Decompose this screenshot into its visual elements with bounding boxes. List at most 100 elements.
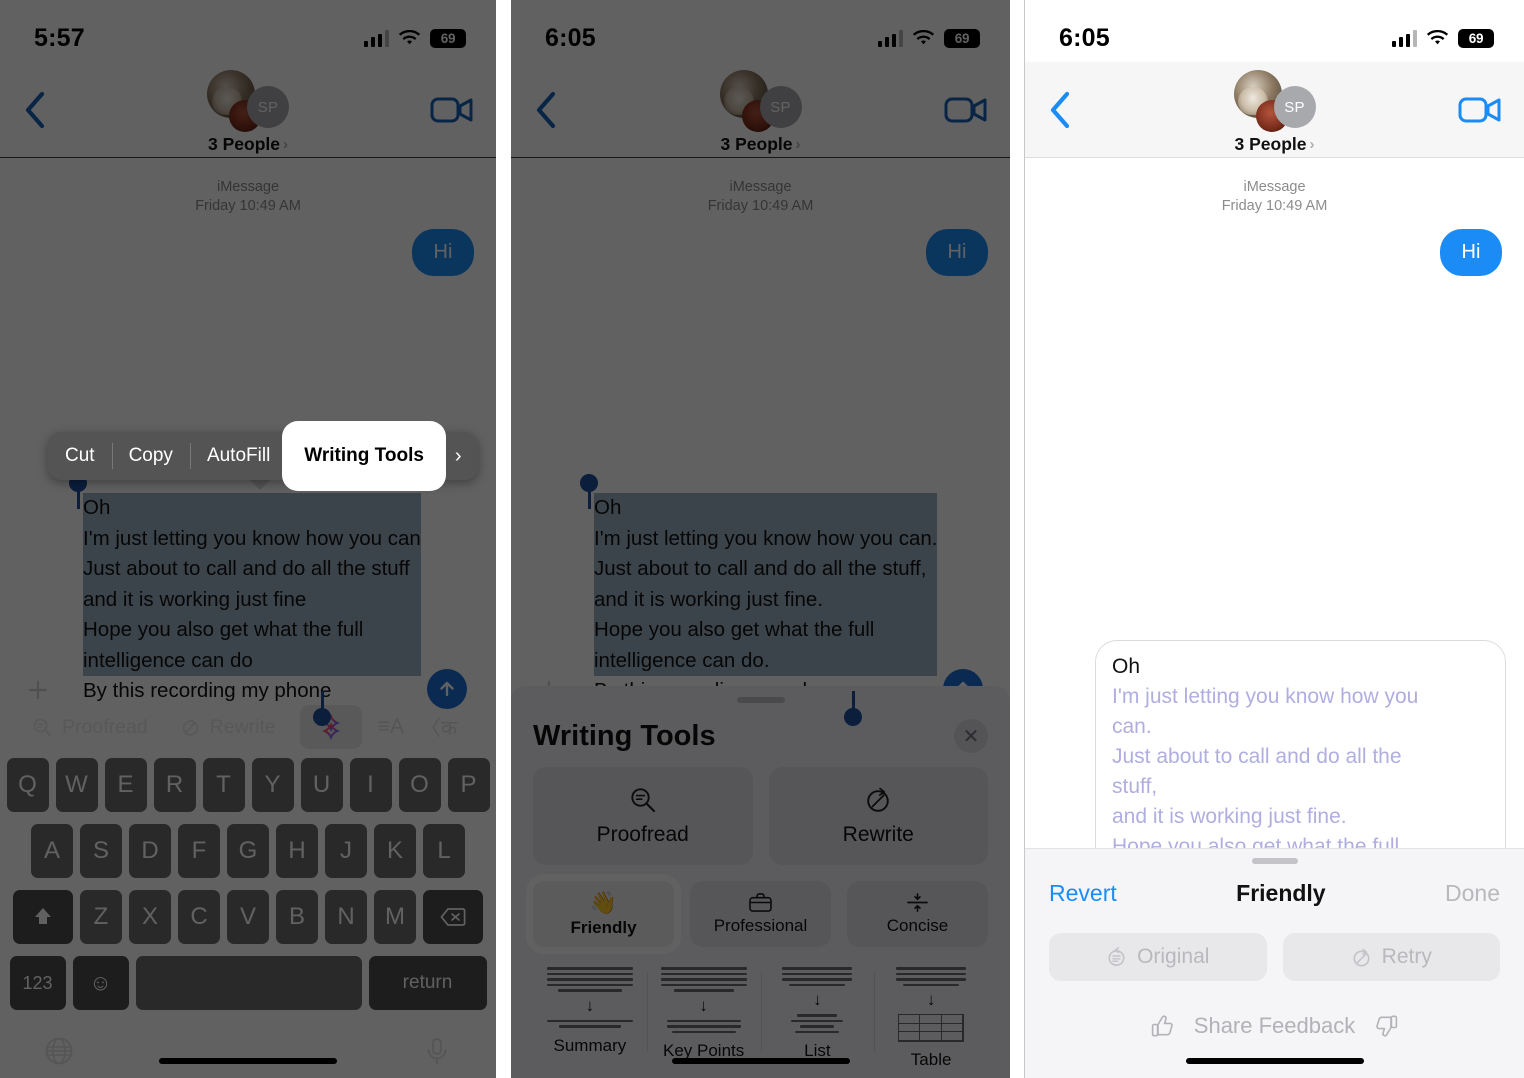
close-icon[interactable]: ✕ [954, 719, 988, 753]
facetime-video-icon[interactable] [1458, 93, 1502, 127]
menu-item-cut[interactable]: Cut [48, 432, 112, 480]
retry-button[interactable]: Retry [1282, 933, 1500, 981]
message-row: Hi [511, 215, 1010, 277]
status-bar: 6:05 69 [511, 0, 1010, 62]
back-chevron-icon[interactable] [18, 87, 54, 133]
transform-label: Summary [553, 1035, 627, 1055]
language-switch-icon[interactable]: 〈क [412, 712, 465, 742]
service-label: iMessage [1243, 179, 1306, 195]
tone-label: Professional [713, 916, 808, 935]
key-q[interactable]: Q [6, 758, 49, 812]
key-d[interactable]: D [129, 824, 171, 878]
done-button[interactable]: Done [1445, 880, 1500, 907]
rewrite-result-sheet: Revert Friendly Done Original Retry Shar… [1025, 848, 1524, 1078]
backspace-icon[interactable] [423, 890, 483, 944]
key-u[interactable]: U [300, 758, 343, 812]
thumbs-down-icon[interactable] [1373, 1013, 1399, 1039]
conversation-title-group[interactable]: SP 3 People › [1233, 70, 1316, 155]
key-e[interactable]: E [104, 758, 147, 812]
waving-hand-icon: 👋 [589, 889, 618, 915]
share-feedback-row: Share Feedback [1025, 981, 1524, 1039]
selection-handle-end[interactable] [844, 690, 862, 726]
facetime-video-icon[interactable] [944, 93, 988, 127]
key-k[interactable]: K [374, 824, 416, 878]
conversation-thread: iMessage Friday 10:49 AM Hi [511, 158, 1010, 277]
key-g[interactable]: G [227, 824, 269, 878]
suggestion-rewrite[interactable]: Rewrite [164, 716, 292, 739]
key-j[interactable]: J [325, 824, 367, 878]
screenshot-stage: 5:57 69 SP 3 People › iMessage Friday 10… [0, 0, 1524, 1078]
transform-keypoints-button[interactable]: ↓ Key Points [646, 967, 761, 1070]
proofread-label: Proofread [596, 823, 689, 846]
message-input[interactable]: Oh I'm just letting you know how you can… [580, 474, 995, 726]
key-a[interactable]: A [31, 824, 73, 878]
key-f[interactable]: F [178, 824, 220, 878]
text-format-icon[interactable]: ≡A [370, 715, 412, 739]
panel-divider [1010, 0, 1024, 1078]
share-feedback-label[interactable]: Share Feedback [1194, 1013, 1355, 1039]
tone-professional-button[interactable]: Professional [690, 881, 831, 947]
proofread-button[interactable]: Proofread [533, 767, 753, 865]
facetime-video-icon[interactable] [430, 93, 474, 127]
cellular-signal-icon [363, 29, 389, 47]
key-return[interactable]: return [368, 956, 487, 1010]
key-space[interactable] [135, 956, 362, 1010]
key-l[interactable]: L [423, 824, 465, 878]
transform-list-button[interactable]: ↓ List [760, 967, 875, 1070]
apple-intelligence-icon[interactable] [299, 705, 362, 749]
tone-concise-button[interactable]: Concise [847, 881, 988, 947]
transform-table-button[interactable]: ↓ Table [874, 967, 988, 1070]
globe-icon[interactable] [44, 1036, 74, 1066]
result-line: I'm just letting you know how you can. [1112, 685, 1419, 738]
conversation-thread: iMessage Friday 10:49 AM Hi [0, 158, 496, 277]
message-input[interactable]: Oh I'm just letting you know how you can… [69, 474, 478, 726]
key-o[interactable]: O [398, 758, 441, 812]
rewrite-button[interactable]: Rewrite [768, 767, 988, 865]
back-chevron-icon[interactable] [529, 87, 565, 133]
microphone-icon[interactable] [422, 1036, 452, 1066]
transform-summary-button[interactable]: ↓ Summary [533, 967, 647, 1070]
key-i[interactable]: I [349, 758, 392, 812]
conversation-title-group[interactable]: SP 3 People › [207, 70, 289, 155]
key-p[interactable]: P [447, 758, 490, 812]
menu-item-copy[interactable]: Copy [111, 432, 190, 480]
back-chevron-icon[interactable] [1043, 87, 1079, 133]
text-edit-menu[interactable]: Cut Copy AutoFill Writing Tools › [48, 426, 478, 486]
briefcase-icon [748, 892, 773, 913]
key-b[interactable]: B [276, 890, 318, 944]
emoji-icon[interactable]: ☺ [72, 956, 129, 1010]
suggestion-proofread[interactable]: Proofread [16, 716, 164, 739]
nav-title-text: 3 People [208, 134, 280, 154]
menu-item-writing-tools[interactable]: Writing Tools [287, 426, 441, 486]
key-z[interactable]: Z [80, 890, 122, 944]
key-t[interactable]: T [202, 758, 245, 812]
concise-icon [905, 892, 930, 913]
key-m[interactable]: M [374, 890, 416, 944]
shift-arrow-icon[interactable] [13, 890, 73, 944]
key-h[interactable]: H [276, 824, 318, 878]
original-button[interactable]: Original [1049, 933, 1267, 981]
key-s[interactable]: S [80, 824, 122, 878]
key-r[interactable]: R [153, 758, 196, 812]
key-y[interactable]: Y [251, 758, 294, 812]
summary-preview-icon: ↓ [546, 967, 633, 1028]
menu-item-autofill[interactable]: AutoFill [189, 432, 287, 480]
keyboard-row-2: A S D F G H J K L [25, 824, 471, 878]
menu-more-chevron-icon[interactable]: › [441, 432, 478, 480]
status-indicators: 69 [1391, 28, 1495, 48]
message-row: Hi [0, 215, 496, 277]
key-v[interactable]: V [227, 890, 269, 944]
avatar-initials-text: SP [257, 98, 279, 116]
key-numbers[interactable]: 123 [9, 956, 66, 1010]
key-c[interactable]: C [178, 890, 220, 944]
key-x[interactable]: X [129, 890, 171, 944]
selection-handle-end[interactable] [313, 690, 331, 726]
key-w[interactable]: W [55, 758, 98, 812]
thumbs-up-icon[interactable] [1150, 1013, 1176, 1039]
tone-friendly-button[interactable]: 👋 Friendly [533, 881, 674, 947]
keyboard-row-3: Z X C V B N M [3, 890, 493, 944]
revert-button[interactable]: Revert [1049, 880, 1117, 907]
key-n[interactable]: N [325, 890, 367, 944]
conversation-title-group[interactable]: SP 3 People › [719, 70, 802, 155]
selection-handle-start[interactable] [580, 474, 598, 509]
